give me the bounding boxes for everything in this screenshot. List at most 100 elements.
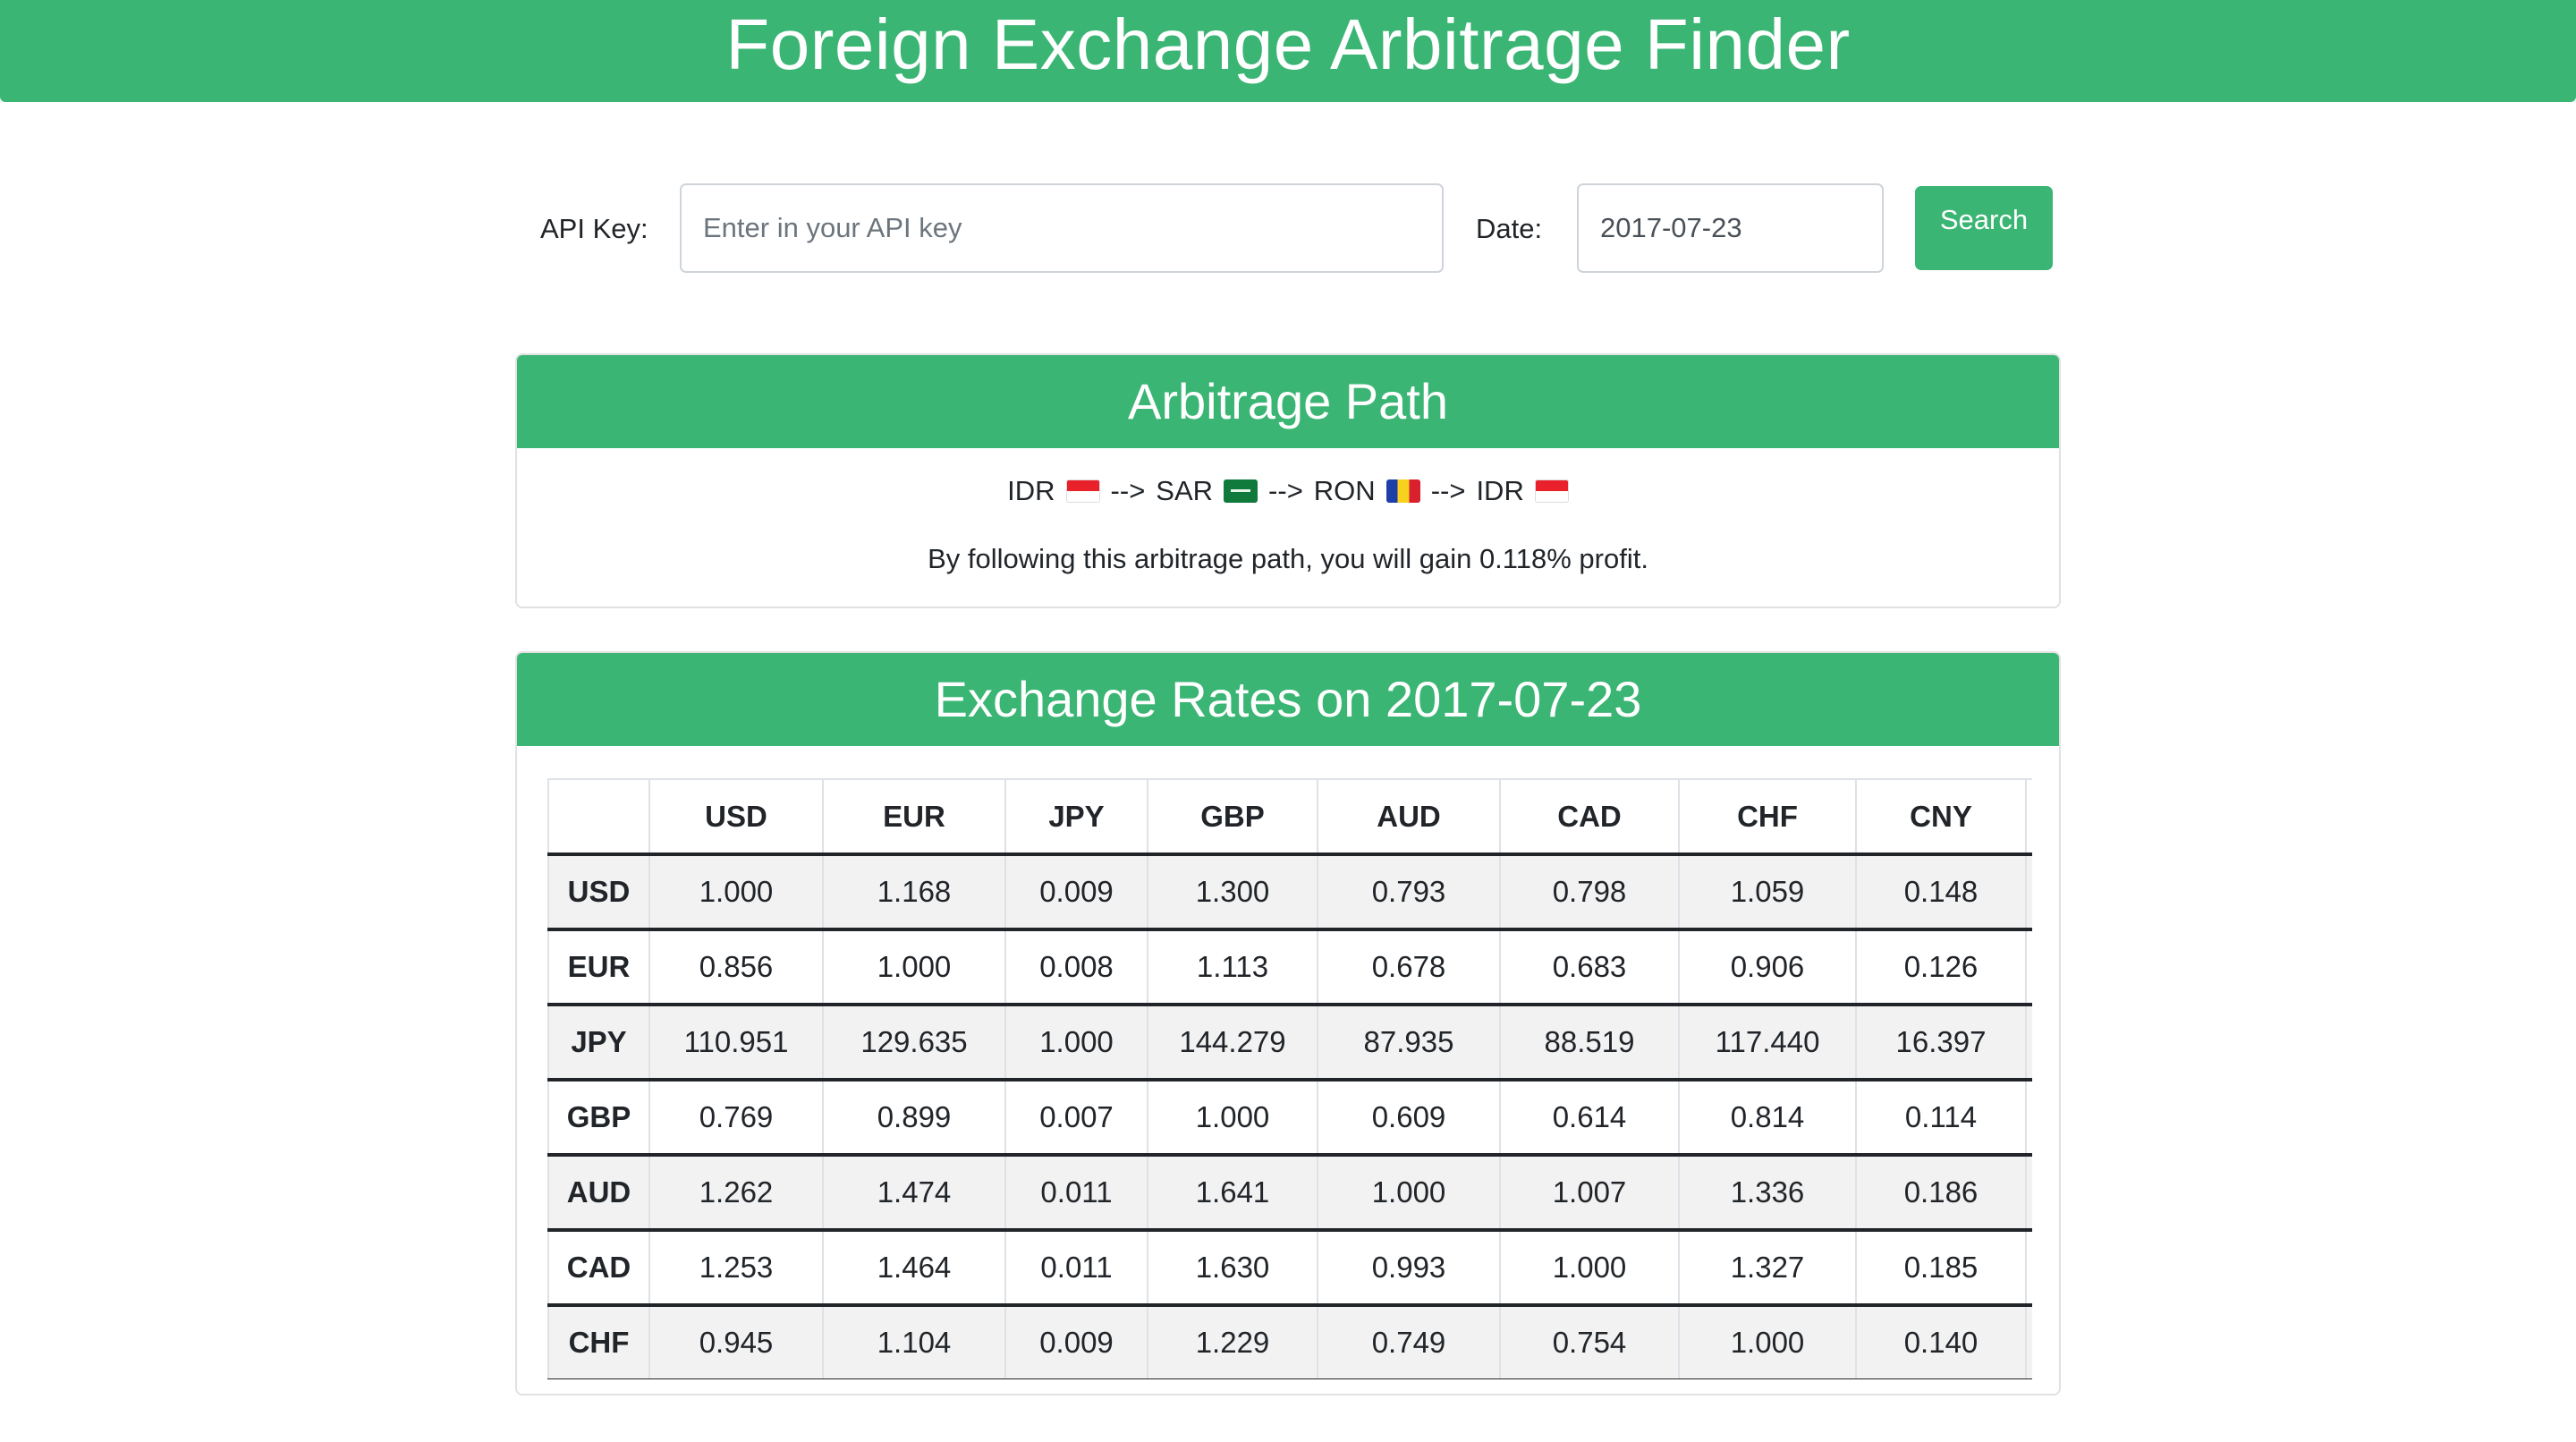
rate-cell: 0.009 xyxy=(1005,1305,1148,1379)
path-step-currency: RON xyxy=(1313,475,1376,506)
column-header xyxy=(2026,778,2032,856)
rate-cell: 0.769 xyxy=(649,1080,824,1155)
rate-cell: 0.798 xyxy=(1500,854,1680,929)
rate-cell: 1.000 xyxy=(1500,1230,1680,1305)
rate-cell: 110.951 xyxy=(649,1005,824,1080)
rate-cell: 1.000 xyxy=(823,929,1006,1005)
rate-cell: 1.464 xyxy=(823,1230,1006,1305)
row-header: CHF xyxy=(547,1305,650,1379)
profit-text: By following this arbitrage path, you wi… xyxy=(928,543,1648,574)
rate-cell: 129.635 xyxy=(823,1005,1006,1080)
table-row: USD 1.000 1.168 0.009 1.300 0.793 0.798 … xyxy=(547,854,2032,929)
rate-cell: 0.993 xyxy=(1318,1230,1501,1305)
rate-cell: 0.185 xyxy=(1856,1230,2027,1305)
rate-cell: 1.000 xyxy=(1148,1080,1318,1155)
rate-cell: 0.856 xyxy=(649,929,824,1005)
flag-indonesia-icon xyxy=(1534,479,1569,503)
rate-cell: 1.262 xyxy=(649,1155,824,1230)
column-header: CNY xyxy=(1856,778,2027,856)
rate-cell: 1.168 xyxy=(823,854,1006,929)
flag-indonesia-icon xyxy=(1065,479,1100,503)
rate-cell: 117.440 xyxy=(1679,1005,1857,1080)
row-header: EUR xyxy=(547,929,650,1005)
rate-cell: 0.683 xyxy=(1500,929,1680,1005)
path-step-currency: IDR xyxy=(1476,475,1524,506)
rate-cell: 1.007 xyxy=(1500,1155,1680,1230)
rate-cell: 88.519 xyxy=(1500,1005,1680,1080)
path-arrow: --> xyxy=(1430,475,1466,506)
rate-cell: 0.140 xyxy=(1856,1305,2027,1379)
column-header: CAD xyxy=(1500,778,1680,856)
rate-cell xyxy=(2026,854,2032,929)
api-key-input[interactable] xyxy=(680,183,1444,273)
table-row: EUR 0.856 1.000 0.008 1.113 0.678 0.683 … xyxy=(547,929,2032,1005)
path-step-currency: SAR xyxy=(1156,475,1214,506)
rate-cell: 1.229 xyxy=(1148,1305,1318,1379)
arbitrage-path: IDR --> SAR --> RON --> IDR xyxy=(517,473,2059,509)
date-input[interactable] xyxy=(1577,183,1884,273)
path-arrow: --> xyxy=(1268,475,1303,506)
search-form: API Key: Date: Search xyxy=(0,183,2576,273)
rate-cell: 1.059 xyxy=(1679,854,1857,929)
row-header: JPY xyxy=(547,1005,650,1080)
table-row: GBP 0.769 0.899 0.007 1.000 0.609 0.614 … xyxy=(547,1080,2032,1155)
column-header: JPY xyxy=(1005,778,1148,856)
rate-cell: 0.009 xyxy=(1005,854,1148,929)
rate-cell: 0.614 xyxy=(1500,1080,1680,1155)
rate-cell: 0.148 xyxy=(1856,854,2027,929)
table-row: AUD 1.262 1.474 0.011 1.641 1.000 1.007 … xyxy=(547,1155,2032,1230)
rate-cell: 0.814 xyxy=(1679,1080,1857,1155)
path-step-currency: IDR xyxy=(1007,475,1055,506)
rate-cell: 0.114 xyxy=(1856,1080,2027,1155)
column-header: USD xyxy=(649,778,824,856)
rate-cell: 0.186 xyxy=(1856,1155,2027,1230)
rate-cell: 1.630 xyxy=(1148,1230,1318,1305)
rate-cell: 1.113 xyxy=(1148,929,1318,1005)
column-header: GBP xyxy=(1148,778,1318,856)
rates-table-scroll[interactable]: USD EUR JPY GBP AUD CAD CHF CNY USD 1.00… xyxy=(547,778,2032,1379)
rate-cell: 0.899 xyxy=(823,1080,1006,1155)
rate-cell: 1.000 xyxy=(1318,1155,1501,1230)
rate-cell: 0.906 xyxy=(1679,929,1857,1005)
rate-cell xyxy=(2026,929,2032,1005)
rate-cell: 0.008 xyxy=(1005,929,1148,1005)
table-header-row: USD EUR JPY GBP AUD CAD CHF CNY xyxy=(547,778,2032,856)
rate-cell: 87.935 xyxy=(1318,1005,1501,1080)
rates-table: USD EUR JPY GBP AUD CAD CHF CNY USD 1.00… xyxy=(547,778,2032,1379)
search-button[interactable]: Search xyxy=(1915,186,2053,270)
column-header: CHF xyxy=(1679,778,1857,856)
table-row: JPY 110.951 129.635 1.000 144.279 87.935… xyxy=(547,1005,2032,1080)
row-header: AUD xyxy=(547,1155,650,1230)
column-header: AUD xyxy=(1318,778,1501,856)
rate-cell: 1.327 xyxy=(1679,1230,1857,1305)
rate-cell: 144.279 xyxy=(1148,1005,1318,1080)
exchange-rates-title: Exchange Rates on 2017-07-23 xyxy=(517,653,2059,746)
rate-cell xyxy=(2026,1080,2032,1155)
rate-cell: 0.749 xyxy=(1318,1305,1501,1379)
rate-cell: 0.011 xyxy=(1005,1230,1148,1305)
rate-cell: 1.474 xyxy=(823,1155,1006,1230)
app-title: Foreign Exchange Arbitrage Finder xyxy=(725,4,1851,84)
table-row: CAD 1.253 1.464 0.011 1.630 0.993 1.000 … xyxy=(547,1230,2032,1305)
rate-cell: 1.641 xyxy=(1148,1155,1318,1230)
flag-saudi-arabia-icon xyxy=(1224,479,1258,503)
rate-cell: 0.011 xyxy=(1005,1155,1148,1230)
flag-romania-icon xyxy=(1385,479,1420,503)
rate-cell: 1.000 xyxy=(1005,1005,1148,1080)
api-key-label: API Key: xyxy=(540,213,648,244)
rate-cell: 1.000 xyxy=(1679,1305,1857,1379)
rate-cell: 1.253 xyxy=(649,1230,824,1305)
rate-cell xyxy=(2026,1230,2032,1305)
rate-cell: 0.945 xyxy=(649,1305,824,1379)
arbitrage-path-title: Arbitrage Path xyxy=(517,355,2059,448)
rate-cell: 0.754 xyxy=(1500,1305,1680,1379)
row-header: USD xyxy=(547,854,650,929)
rate-cell: 1.300 xyxy=(1148,854,1318,929)
column-header: EUR xyxy=(823,778,1006,856)
rate-cell: 0.609 xyxy=(1318,1080,1501,1155)
rate-cell xyxy=(2026,1155,2032,1230)
rate-cell: 0.678 xyxy=(1318,929,1501,1005)
rate-cell: 0.007 xyxy=(1005,1080,1148,1155)
exchange-rates-card: Exchange Rates on 2017-07-23 USD EUR JPY… xyxy=(515,651,2061,1395)
rate-cell xyxy=(2026,1005,2032,1080)
